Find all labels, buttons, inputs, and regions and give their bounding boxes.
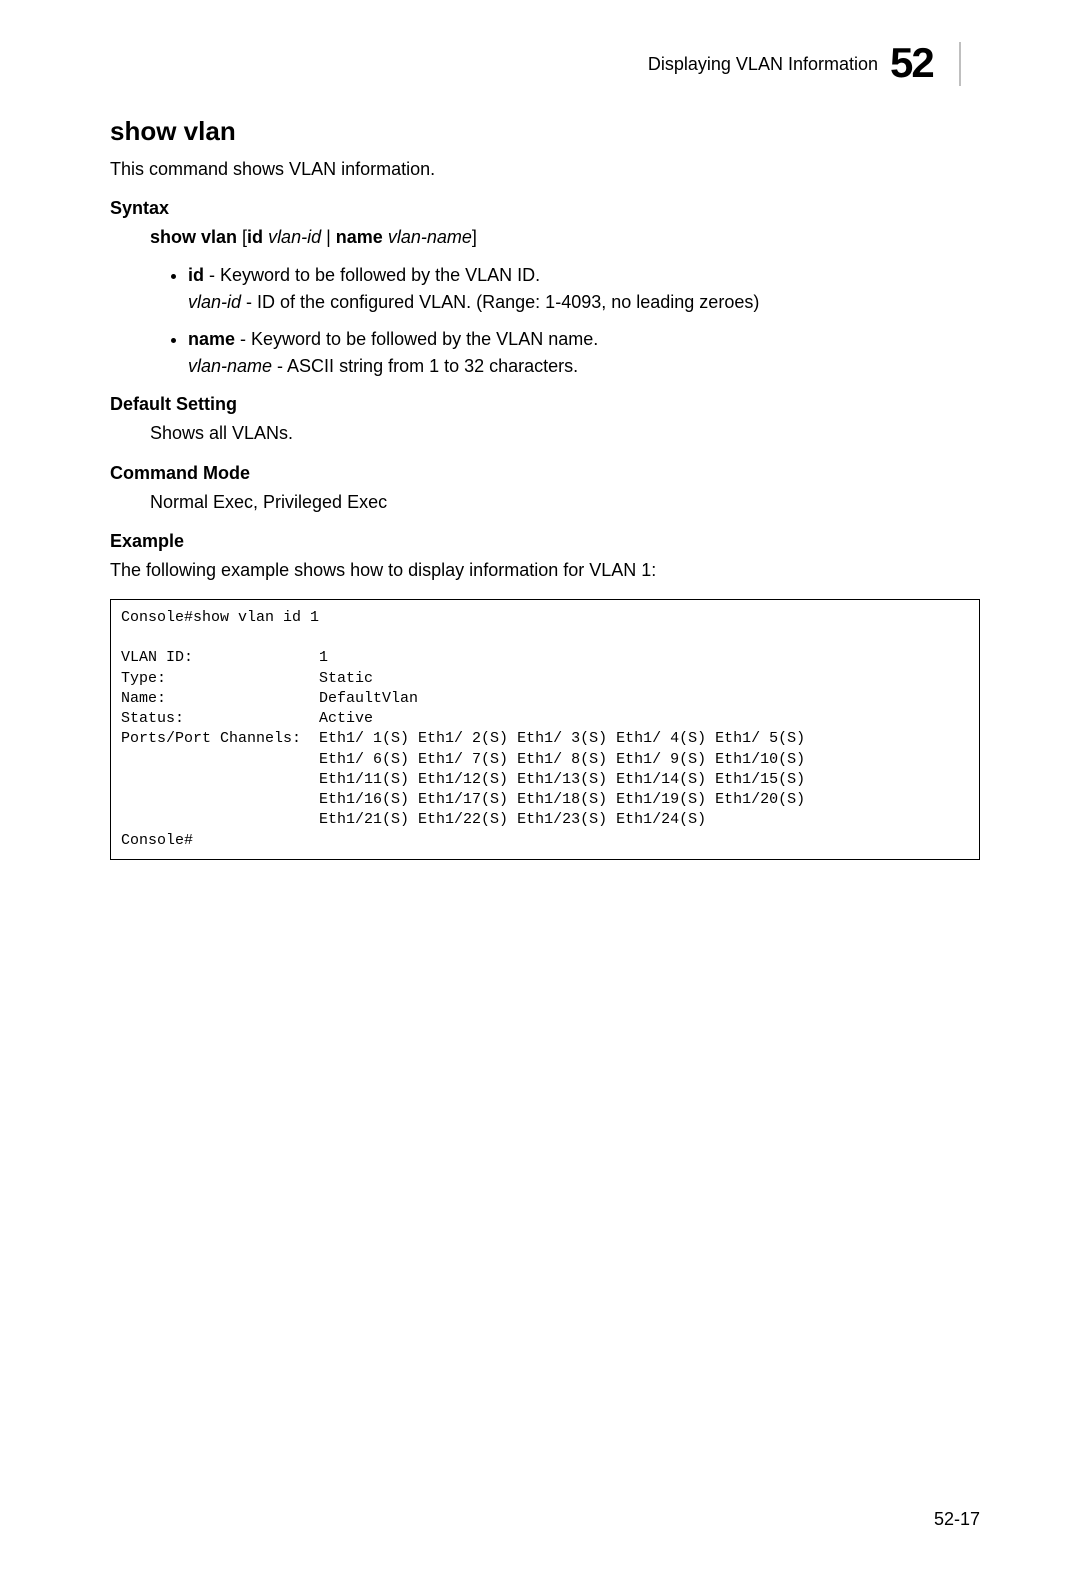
list-item: name - Keyword to be followed by the VLA…	[188, 326, 980, 380]
svg-text:52: 52	[890, 40, 933, 86]
keyword: name	[188, 329, 235, 349]
syntax-label: Syntax	[110, 198, 980, 219]
example-text: The following example shows how to displ…	[110, 558, 980, 583]
page-number: 52-17	[934, 1509, 980, 1530]
default-setting-text: Shows all VLANs.	[150, 421, 980, 446]
command-title: show vlan	[110, 116, 980, 147]
list-item: id - Keyword to be followed by the VLAN …	[188, 262, 980, 316]
keyword: id	[188, 265, 204, 285]
command-intro: This command shows VLAN information.	[110, 157, 980, 182]
example-label: Example	[110, 531, 980, 552]
chapter-number-graphic: 52	[890, 40, 980, 88]
header-breadcrumb: Displaying VLAN Information	[648, 54, 878, 75]
param: vlan-id	[188, 292, 241, 312]
syntax-line: show vlan [id vlan-id | name vlan-name]	[150, 225, 980, 250]
page-header: Displaying VLAN Information 52	[110, 40, 980, 88]
command-mode-label: Command Mode	[110, 463, 980, 484]
syntax-cmd: show vlan	[150, 227, 237, 247]
syntax-bullet-list: id - Keyword to be followed by the VLAN …	[150, 262, 980, 380]
example-code-block: Console#show vlan id 1 VLAN ID: 1 Type: …	[110, 599, 980, 860]
default-setting-label: Default Setting	[110, 394, 980, 415]
param: vlan-name	[188, 356, 272, 376]
command-mode-text: Normal Exec, Privileged Exec	[150, 490, 980, 515]
